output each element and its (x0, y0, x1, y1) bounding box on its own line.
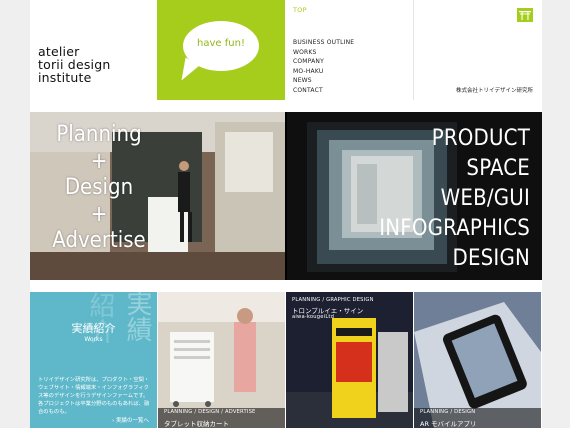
work-tile-ar-app[interactable]: PLANNING / DESIGN AR モバイルアプリ (414, 292, 541, 428)
tile-category: PLANNING / GRAPHIC DESIGN (292, 297, 374, 303)
hero-right-line: WEB/GUI (440, 186, 530, 211)
hero-banner: Planning + Design + Advertise PRODUCT SP… (30, 112, 542, 280)
company-name: 株式会社トリイデザイン研究所 (455, 88, 533, 94)
tile-category: PLANNING / DESIGN / ADVERTISE (164, 409, 256, 415)
hero-left-line: Planning (56, 122, 142, 147)
nav-item-mo-haku[interactable]: MO-HAKU (293, 67, 354, 77)
hero-right-line: PRODUCT (431, 126, 530, 151)
hero-right-line: INFOGRAPHICS (379, 216, 530, 241)
torii-gate-icon[interactable] (517, 8, 533, 22)
hero-left-line: + (90, 201, 108, 227)
works-subtitle: Works (84, 336, 103, 343)
work-tile-tablet-cart[interactable]: PLANNING / DESIGN / ADVERTISE タブレット収納カート (158, 292, 285, 428)
hero-left-photo[interactable]: Planning + Design + Advertise (30, 112, 285, 280)
nav-item-business-outline[interactable]: BUSINESS OUTLINE (293, 38, 354, 48)
tile-subtitle: aiwa-kougeiLtd (292, 314, 335, 320)
hero-left-text: Planning + Design + Advertise (38, 122, 160, 255)
brand-line: institute (38, 70, 92, 85)
hero-right-text: PRODUCT SPACE WEB/GUI INFOGRAPHICS DESIG… (379, 124, 530, 274)
hero-left-line: + (90, 148, 108, 174)
tile-title: AR モバイルアプリ (420, 420, 477, 428)
hero-left-line: Design (64, 175, 134, 200)
nav-item-news[interactable]: NEWS (293, 76, 354, 86)
works-title: 実績紹介 (71, 322, 116, 335)
works-section: 紹介 実績 実績紹介 Works トリイデザイン研究所は、プロダクト・空間・ウェ… (30, 292, 542, 428)
hero-right-photo[interactable]: PRODUCT SPACE WEB/GUI INFOGRAPHICS DESIG… (287, 112, 542, 280)
brand-name: atelier torii design institute (38, 45, 110, 84)
works-description: トリイデザイン研究所は、プロダクト・空間・ウェブサイト・情報端末・インフォグラフ… (38, 377, 150, 415)
have-fun-panel: have fun! (157, 0, 285, 100)
work-tile-trompe-loeil-sign[interactable]: PLANNING / GRAPHIC DESIGN トロンプルイエ・サイン ai… (286, 292, 413, 428)
tile-category: PLANNING / DESIGN (420, 409, 476, 415)
speech-bubble-text: have fun! (197, 38, 245, 49)
brand-logo[interactable]: atelier torii design institute (30, 0, 157, 100)
hero-right-line: DESIGN (452, 246, 530, 271)
hero-left-line: Advertise (52, 228, 146, 253)
works-more-link[interactable]: › 実績の一覧へ (112, 416, 149, 424)
nav-item-company[interactable]: COMPANY (293, 57, 354, 67)
nav-top-link[interactable]: TOP (293, 6, 307, 14)
nav-item-contact[interactable]: CONTACT (293, 86, 354, 96)
corporate-area: 株式会社トリイデザイン研究所 (413, 0, 543, 100)
hero-right-line: SPACE (466, 156, 530, 181)
main-nav: TOP BUSINESS OUTLINE WORKS COMPANY MO-HA… (285, 0, 413, 100)
tile-title: タブレット収納カート (164, 420, 229, 428)
nav-item-works[interactable]: WORKS (293, 48, 354, 58)
works-intro-tile[interactable]: 紹介 実績 実績紹介 Works トリイデザイン研究所は、プロダクト・空間・ウェ… (30, 292, 157, 428)
